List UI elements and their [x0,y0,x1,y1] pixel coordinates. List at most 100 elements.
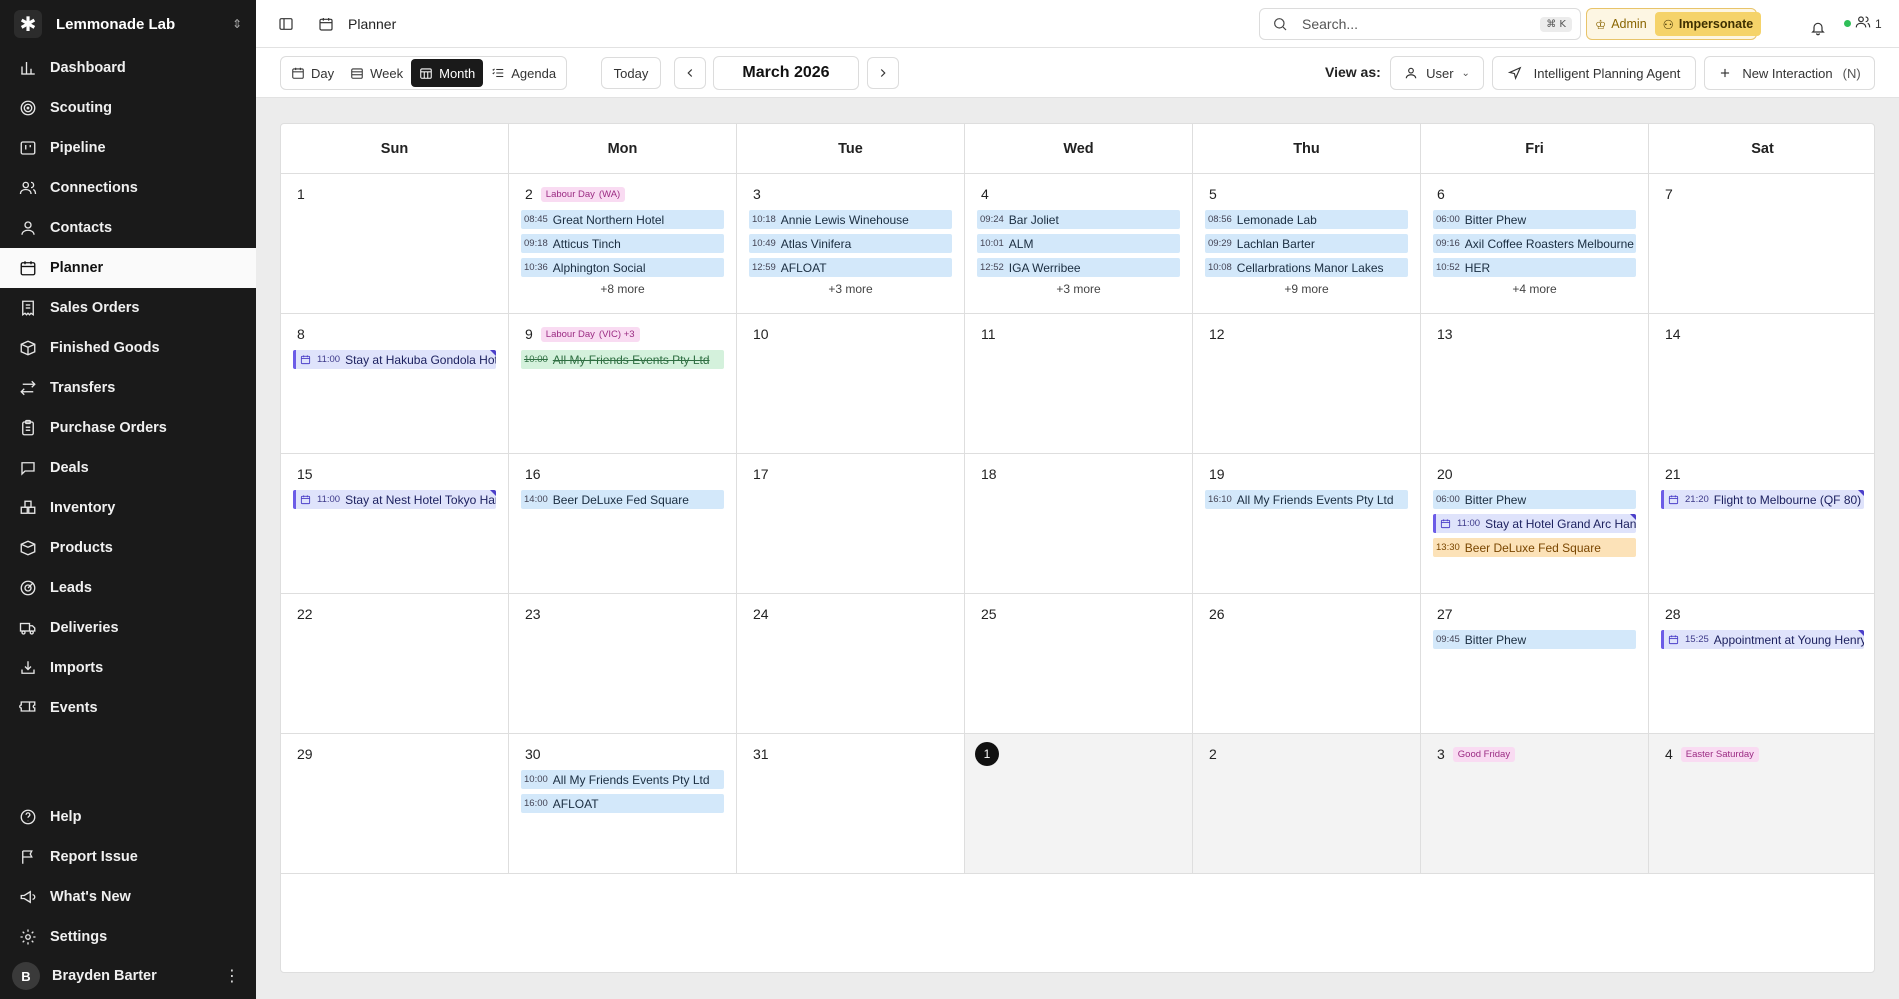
bell-icon[interactable] [1804,14,1832,42]
day-cell[interactable]: 10 [737,314,965,454]
calendar-event[interactable]: 10:49 Atlas Vinifera [749,234,952,253]
impersonate-button[interactable]: ⚇ Impersonate [1654,12,1762,36]
more-events-link[interactable]: +4 more [1433,282,1636,296]
sidebar-item-products[interactable]: Products [0,528,256,568]
calendar-event[interactable]: 13:30 Beer DeLuxe Fed Square [1433,538,1636,557]
holiday-badge[interactable]: Easter Saturday [1680,746,1759,762]
calendar-event[interactable]: 09:18 Atticus Tinch [521,234,724,253]
calendar-event[interactable]: 16:10 All My Friends Events Pty Ltd [1205,490,1408,509]
holiday-badge[interactable]: Good Friday [1452,746,1516,762]
calendar-event[interactable]: 10:18 Annie Lewis Winehouse [749,210,952,229]
booking-event[interactable]: 11:00 Stay at Hotel Grand Arc Hanzomon [1433,514,1636,533]
more-events-link[interactable]: +3 more [749,282,952,296]
day-cell[interactable]: 5 08:56 Lemonade Lab 09:29 Lachlan Barter 10:… [1193,174,1421,314]
day-cell[interactable]: 22 [281,594,509,734]
view-agenda-button[interactable]: Agenda [483,59,564,87]
booking-event[interactable]: 11:00 Stay at Hakuba Gondola Hotel [293,350,496,369]
calendar-event[interactable]: 12:52 IGA Werribee [977,258,1180,277]
sidebar-item-transfers[interactable]: Transfers [0,368,256,408]
day-cell[interactable]: 24 [737,594,965,734]
day-cell[interactable]: 1 [965,734,1193,874]
more-events-link[interactable]: +9 more [1205,282,1408,296]
sidebar-item-settings[interactable]: Settings [0,917,256,957]
calendar-event[interactable]: 09:16 Axil Coffee Roasters Melbourne [1433,234,1636,253]
calendar-event[interactable]: 06:00 Bitter Phew [1433,490,1636,509]
day-cell[interactable]: 7 [1649,174,1874,314]
sidebar-item-inventory[interactable]: Inventory [0,488,256,528]
sidebar-item-deliveries[interactable]: Deliveries [0,608,256,648]
day-cell[interactable]: 1 [281,174,509,314]
sidebar-item-sales-orders[interactable]: Sales Orders [0,288,256,328]
day-cell[interactable]: 6 06:00 Bitter Phew 09:16 Axil Coffee Roaste… [1421,174,1649,314]
day-cell[interactable]: 11 [965,314,1193,454]
sidebar-item-dashboard[interactable]: Dashboard [0,48,256,88]
sidebar-item-deals[interactable]: Deals [0,448,256,488]
calendar-event[interactable]: 10:08 Cellarbrations Manor Lakes [1205,258,1408,277]
day-cell[interactable]: 9 Labour Day (VIC) +3 10:00 All My Friends E… [509,314,737,454]
day-cell[interactable]: 8 11:00 Stay at Hakuba Gondola Hotel [281,314,509,454]
next-month-button[interactable] [867,57,899,89]
day-cell[interactable]: 27 09:45 Bitter Phew [1421,594,1649,734]
sidebar-item-leads[interactable]: Leads [0,568,256,608]
sidebar-item-scouting[interactable]: Scouting [0,88,256,128]
calendar-event[interactable]: 10:01 ALM [977,234,1180,253]
calendar-event[interactable]: 10:00 All My Friends Events Pty Ltd [521,770,724,789]
search-input[interactable]: Search... ⌘ K [1259,8,1581,40]
day-cell[interactable]: 28 15:25 Appointment at Young Henrys [1649,594,1874,734]
new-interaction-button[interactable]: New Interaction (N) [1704,56,1875,90]
day-cell[interactable]: 13 [1421,314,1649,454]
day-cell[interactable]: 19 16:10 All My Friends Events Pty Ltd [1193,454,1421,594]
day-cell[interactable]: 15 11:00 Stay at Nest Hotel Tokyo Hanzomon [281,454,509,594]
month-picker[interactable]: March 2026 [713,56,859,90]
calendar-event[interactable]: 16:00 AFLOAT [521,794,724,813]
calendar-event[interactable]: 09:45 Bitter Phew [1433,630,1636,649]
sidebar-item-events[interactable]: Events [0,688,256,728]
booking-event[interactable]: 15:25 Appointment at Young Henrys [1661,630,1864,649]
sidebar-item-contacts[interactable]: Contacts [0,208,256,248]
booking-event[interactable]: 21:20 Flight to Melbourne (QF 80) [1661,490,1864,509]
sidebar-item-planner[interactable]: Planner [0,248,256,288]
calendar-event[interactable]: 10:00 All My Friends Events Pty Ltd [521,350,724,369]
sidebar-item-report-issue[interactable]: Report Issue [0,837,256,877]
sidebar-item-what-s-new[interactable]: What's New [0,877,256,917]
day-cell[interactable]: 4 Easter Saturday [1649,734,1874,874]
calendar-event[interactable]: 09:24 Bar Joliet [977,210,1180,229]
day-cell[interactable]: 3 Good Friday [1421,734,1649,874]
day-cell[interactable]: 16 14:00 Beer DeLuxe Fed Square [509,454,737,594]
sidebar-item-purchase-orders[interactable]: Purchase Orders [0,408,256,448]
admin-badge[interactable]: ♔ Admin [1595,17,1647,32]
calendar-event[interactable]: 10:36 Alphington Social [521,258,724,277]
view-month-button[interactable]: Month [411,59,484,87]
prev-month-button[interactable] [674,57,706,89]
calendar-event[interactable]: 09:29 Lachlan Barter [1205,234,1408,253]
online-users[interactable]: 1 [1844,14,1882,33]
calendar-event[interactable]: 06:00 Bitter Phew [1433,210,1636,229]
calendar-event[interactable]: 08:56 Lemonade Lab [1205,210,1408,229]
calendar-event[interactable]: 08:45 Great Northern Hotel [521,210,724,229]
planning-agent-button[interactable]: Intelligent Planning Agent [1492,56,1696,90]
sidebar-item-finished-goods[interactable]: Finished Goods [0,328,256,368]
day-cell[interactable]: 4 09:24 Bar Joliet 10:01 ALM 12:52 IGA Werribe… [965,174,1193,314]
day-cell[interactable]: 26 [1193,594,1421,734]
sidebar-item-connections[interactable]: Connections [0,168,256,208]
calendar-event[interactable]: 14:00 Beer DeLuxe Fed Square [521,490,724,509]
view-week-button[interactable]: Week [342,59,411,87]
day-cell[interactable]: 20 06:00 Bitter Phew 11:00 Stay at Hotel Gra… [1421,454,1649,594]
day-cell[interactable]: 2 [1193,734,1421,874]
calendar-event[interactable]: 12:59 AFLOAT [749,258,952,277]
more-events-link[interactable]: +8 more [521,282,724,296]
more-vertical-icon[interactable]: ⋮ [224,966,240,986]
day-cell[interactable]: 31 [737,734,965,874]
view-as-select[interactable]: User ⌄ [1390,56,1484,90]
day-cell[interactable]: 18 [965,454,1193,594]
day-cell[interactable]: 29 [281,734,509,874]
day-cell[interactable]: 21 21:20 Flight to Melbourne (QF 80) [1649,454,1874,594]
workspace-switcher[interactable]: ✱ Lemmonade Lab ⇕ [0,0,256,48]
today-button[interactable]: Today [601,57,661,89]
holiday-badge[interactable]: Labour Day (WA) [540,186,626,202]
user-menu[interactable]: B Brayden Barter ⋮ [0,956,256,996]
day-cell[interactable]: 17 [737,454,965,594]
day-cell[interactable]: 3 10:18 Annie Lewis Winehouse 10:49 Atlas Vi… [737,174,965,314]
day-cell[interactable]: 14 [1649,314,1874,454]
day-cell[interactable]: 2 Labour Day (WA) 08:45 Great Northern Hotel… [509,174,737,314]
